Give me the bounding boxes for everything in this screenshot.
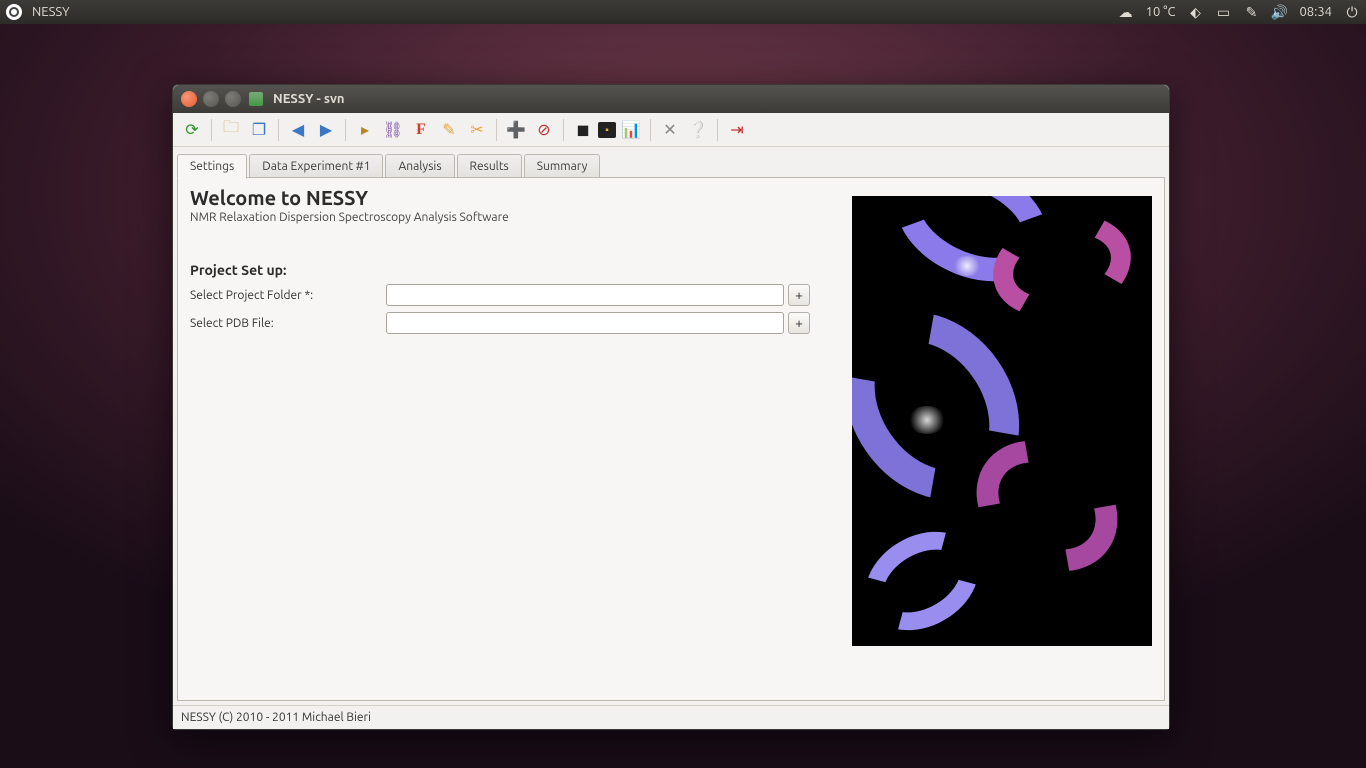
toolbar-separator [563, 119, 564, 141]
label-project-folder: Select Project Folder *: [190, 289, 386, 302]
chart-icon[interactable]: 📊 [618, 117, 644, 143]
pdb-file-input[interactable] [386, 312, 784, 334]
help-icon[interactable]: ❔ [685, 117, 711, 143]
desktop-top-panel: NESSY ☁ 10 °C ⬖ ▭ ✎ 🔊 08:34 ⏻ [0, 0, 1366, 24]
tools-icon[interactable]: ✕ [657, 117, 683, 143]
toolbar: ⟳ 🗀 ❐ ◀ ▶ ▸ ⛓ F ✎ ✂ ➕ ⊘ ◼ ▪ 📊 ✕ ❔ ⇥ [173, 113, 1169, 147]
tab-summary[interactable]: Summary [524, 154, 601, 178]
toolbar-separator [211, 119, 212, 141]
power-icon[interactable]: ⏻ [1344, 4, 1360, 20]
nav-forward-icon[interactable]: ▶ [313, 117, 339, 143]
toolbar-separator [278, 119, 279, 141]
project-folder-input[interactable] [386, 284, 784, 306]
toolbar-separator [717, 119, 718, 141]
browse-project-folder-button[interactable]: + [788, 284, 810, 306]
refresh-icon[interactable]: ⟳ [179, 117, 205, 143]
toolbar-separator [345, 119, 346, 141]
battery-icon[interactable]: ▭ [1215, 4, 1231, 20]
label-pdb-file: Select PDB File: [190, 317, 386, 330]
open-icon[interactable]: 🗀 [218, 117, 244, 143]
tab-strip: Settings Data Experiment #1 Analysis Res… [173, 147, 1169, 178]
remove-icon[interactable]: ⊘ [531, 117, 557, 143]
row-project-folder: Select Project Folder *: + [190, 284, 832, 306]
fit-icon[interactable]: F [408, 117, 434, 143]
window-maximize-button[interactable] [225, 91, 241, 107]
browse-pdb-file-button[interactable]: + [788, 312, 810, 334]
toolbar-separator [496, 119, 497, 141]
add-icon[interactable]: ➕ [503, 117, 529, 143]
weather-text: 10 °C [1146, 5, 1176, 19]
protein-structure-image [852, 196, 1152, 646]
settings-panel: Welcome to NESSY NMR Relaxation Dispersi… [178, 178, 1164, 700]
volume-icon[interactable]: 🔊 [1271, 4, 1287, 20]
window-title: NESSY - svn [273, 92, 345, 106]
window-minimize-button[interactable] [203, 91, 219, 107]
exit-icon[interactable]: ⇥ [724, 117, 750, 143]
new-experiment-icon[interactable]: ▸ [352, 117, 378, 143]
weather-icon[interactable]: ☁ [1118, 4, 1134, 20]
edit-icon[interactable]: ✎ [436, 117, 462, 143]
nav-back-icon[interactable]: ◀ [285, 117, 311, 143]
page-title: Welcome to NESSY [190, 186, 832, 209]
panel-app-name: NESSY [32, 5, 70, 19]
status-text: NESSY (C) 2010 - 2011 Michael Bieri [181, 711, 371, 724]
toolbar-separator [650, 119, 651, 141]
dropbox-icon[interactable]: ⬖ [1187, 4, 1203, 20]
tab-data-experiment[interactable]: Data Experiment #1 [249, 154, 383, 178]
stop-icon[interactable]: ◼ [570, 117, 596, 143]
page-subtitle: NMR Relaxation Dispersion Spectroscopy A… [190, 211, 832, 224]
section-project-setup: Project Set up: [190, 262, 832, 278]
ubuntu-logo-icon[interactable] [6, 4, 22, 20]
terminal-icon[interactable]: ▪ [598, 122, 616, 138]
sequence-icon[interactable]: ⛓ [380, 117, 406, 143]
tab-settings[interactable]: Settings [177, 154, 247, 179]
copy-icon[interactable]: ❐ [246, 117, 272, 143]
network-icon[interactable]: ✎ [1243, 4, 1259, 20]
window-close-button[interactable] [181, 91, 197, 107]
status-bar: NESSY (C) 2010 - 2011 Michael Bieri [173, 705, 1169, 729]
row-pdb-file: Select PDB File: + [190, 312, 832, 334]
window-titlebar[interactable]: NESSY - svn [173, 85, 1169, 113]
app-icon [249, 92, 263, 106]
tab-analysis[interactable]: Analysis [385, 154, 454, 178]
app-window: NESSY - svn ⟳ 🗀 ❐ ◀ ▶ ▸ ⛓ F ✎ ✂ ➕ ⊘ ◼ ▪ … [172, 84, 1170, 730]
delete-icon[interactable]: ✂ [464, 117, 490, 143]
tab-results[interactable]: Results [457, 154, 522, 178]
clock-text[interactable]: 08:34 [1299, 5, 1332, 19]
